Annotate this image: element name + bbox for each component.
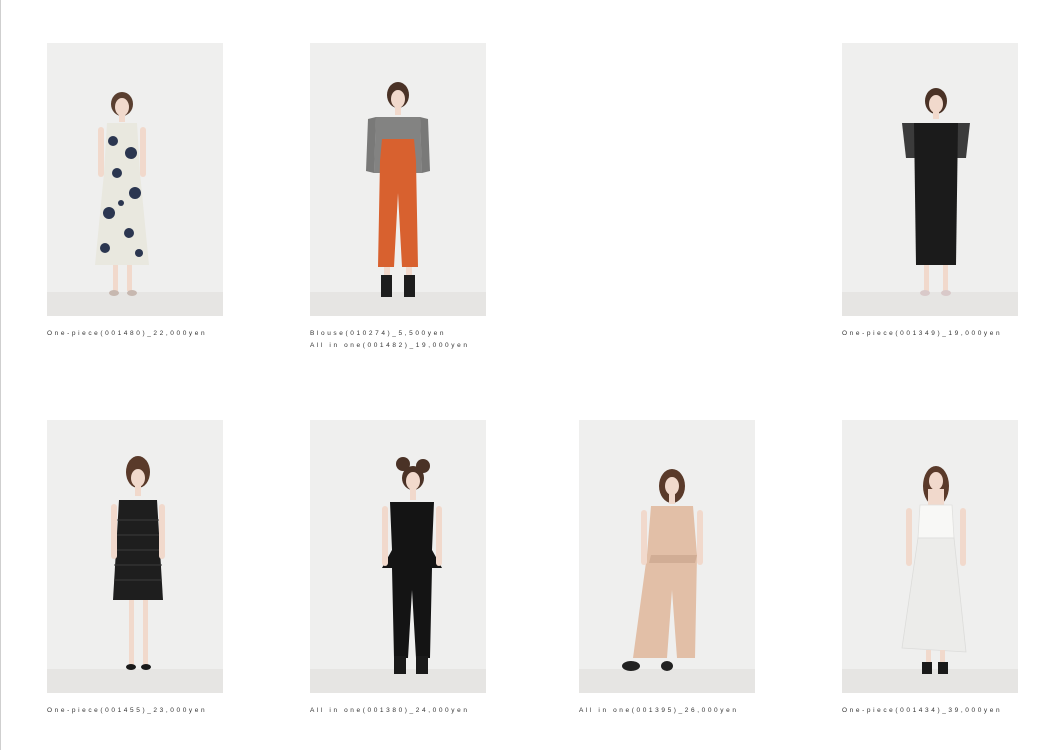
product-card[interactable]: Blouse(010274)_5,500yen All in one(00148… [310,43,486,352]
garment-jumpsuit [378,161,418,267]
product-caption: Blouse(010274)_5,500yen All in one(00148… [310,328,486,352]
caption-line: All in one(001482)_19,000yen [310,342,470,349]
caption-line: All in one(001395)_26,000yen [579,707,739,714]
model-figure [902,88,970,296]
boot [381,275,392,297]
product-photo[interactable] [310,420,486,693]
product-card[interactable]: All in one(001380)_24,000yen [310,420,486,717]
product-caption: One-piece(001455)_23,000yen [47,705,223,717]
garment-bodice [917,504,955,539]
model-face [115,98,129,116]
garment-top [647,506,697,555]
caption-line: Blouse(010274)_5,500yen [310,330,447,337]
model-figure [901,466,967,674]
model-figure [111,456,165,670]
product-photo[interactable] [842,43,1018,316]
product-card[interactable]: One-piece(001455)_23,000yen [47,420,223,717]
product-photo[interactable] [47,43,223,316]
product-photo[interactable] [310,43,486,316]
page-edge [0,0,1,750]
model-figure [622,469,703,671]
product-caption: All in one(001395)_26,000yen [579,705,755,717]
model-face [929,472,943,490]
model-face [131,469,145,487]
garment-trousers [392,568,432,658]
model-figure [366,82,430,297]
product-card[interactable]: One-piece(001480)_22,000yen [47,43,223,340]
caption-line: All in one(001380)_24,000yen [310,707,470,714]
heel [938,662,948,674]
product-photo[interactable] [842,420,1018,693]
model-face [929,95,943,113]
product-photo[interactable] [579,420,755,693]
sneaker [622,661,640,671]
model-figure [95,92,149,296]
boot [404,275,415,297]
product-card[interactable]: One-piece(001349)_19,000yen [842,43,1018,340]
model-face [665,477,679,495]
caption-line: One-piece(001480)_22,000yen [47,330,208,337]
model-figure [382,457,442,674]
product-card[interactable]: All in one(001395)_26,000yen [579,420,755,717]
garment-dress [914,123,958,265]
product-caption: One-piece(001434)_39,000yen [842,705,1018,717]
heel [922,662,932,674]
model-face [406,472,420,490]
boot [416,656,428,674]
garment-peplum-top [382,502,442,568]
caption-line: One-piece(001349)_19,000yen [842,330,1003,337]
product-caption: One-piece(001480)_22,000yen [47,328,223,340]
caption-line: One-piece(001434)_39,000yen [842,707,1003,714]
sneaker [661,661,673,671]
product-caption: All in one(001380)_24,000yen [310,705,486,717]
model-face [391,90,405,108]
product-caption: One-piece(001349)_19,000yen [842,328,1018,340]
product-photo[interactable] [47,420,223,693]
garment-ruffle-top [380,139,416,161]
boot [394,656,406,674]
garment-wide-trousers [633,555,697,658]
caption-line: One-piece(001455)_23,000yen [47,707,208,714]
product-card[interactable]: One-piece(001434)_39,000yen [842,420,1018,717]
